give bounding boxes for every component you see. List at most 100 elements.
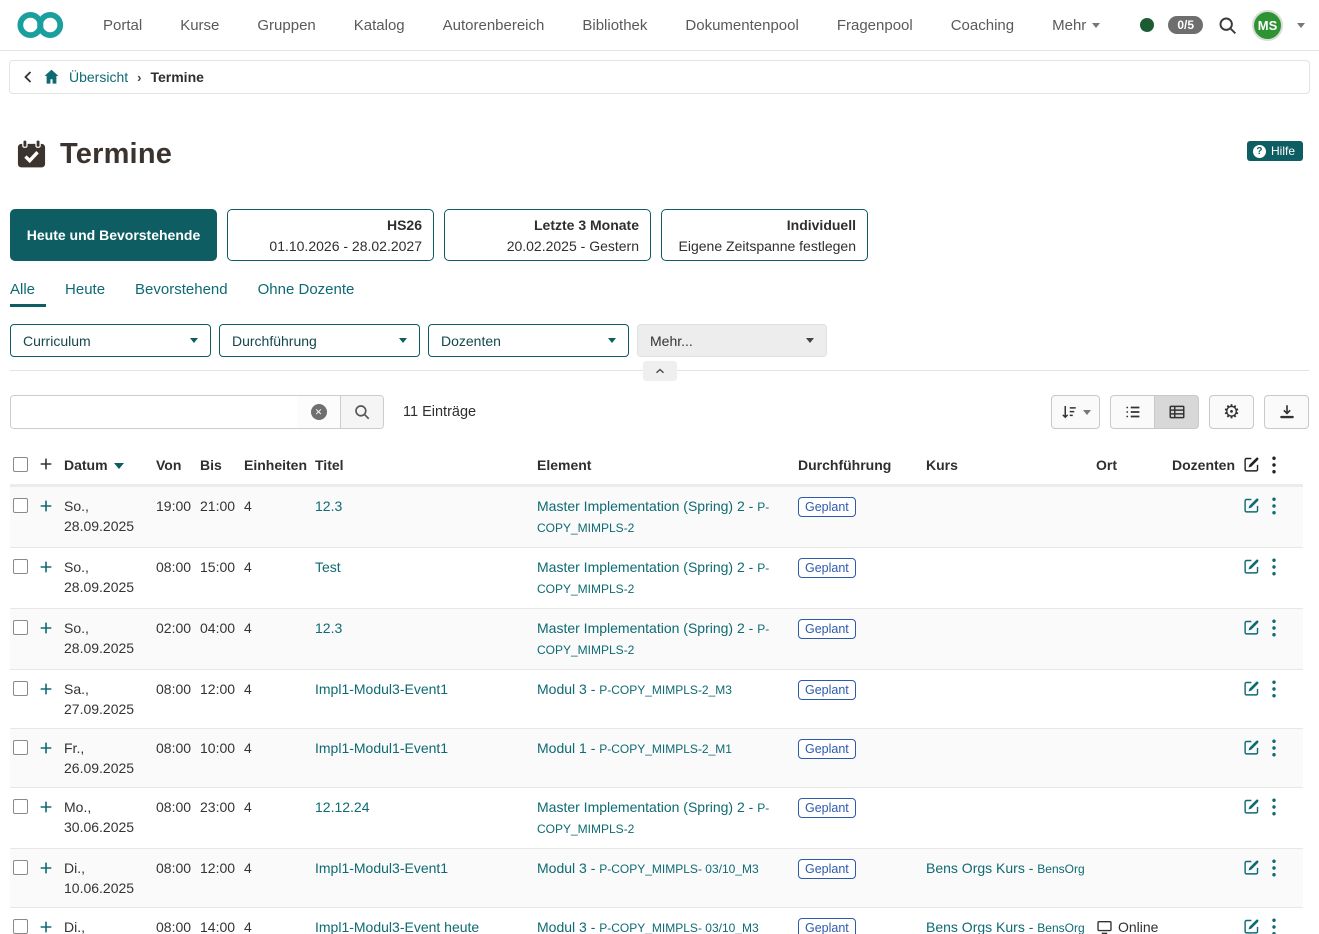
user-menu-chevron-icon[interactable] xyxy=(1297,23,1305,28)
add-appointment-icon[interactable] xyxy=(38,917,54,934)
column-header-dozenten[interactable]: Dozenten xyxy=(1172,450,1243,486)
event-title-link[interactable]: 12.12.24 xyxy=(315,799,370,815)
add-appointment-icon[interactable] xyxy=(38,797,54,815)
table-menu-icon[interactable] xyxy=(1271,456,1277,474)
search-input[interactable] xyxy=(11,396,297,428)
counter-badge[interactable]: 0/5 xyxy=(1168,16,1203,34)
event-title-link[interactable]: 12.3 xyxy=(315,620,342,636)
row-menu-icon[interactable] xyxy=(1271,738,1277,757)
add-appointment-icon[interactable] xyxy=(38,738,54,756)
event-title-link[interactable]: Impl1-Modul3-Event1 xyxy=(315,860,448,876)
add-appointment-icon[interactable] xyxy=(38,496,54,514)
row-menu-icon[interactable] xyxy=(1271,797,1277,816)
back-icon[interactable] xyxy=(22,70,34,84)
edit-all-icon[interactable] xyxy=(1243,456,1260,473)
edit-icon[interactable] xyxy=(1243,679,1260,697)
nav-item-bibliothek[interactable]: Bibliothek xyxy=(563,17,666,34)
filter-last-3-months-button[interactable]: Letzte 3 Monate 20.02.2025 - Gestern xyxy=(444,209,651,261)
element-link[interactable]: Modul 3 - P-COPY_MIMPLS- 03/10_M3 xyxy=(537,860,759,876)
edit-icon[interactable] xyxy=(1243,496,1260,514)
row-menu-icon[interactable] xyxy=(1271,679,1277,698)
element-link[interactable]: Master Implementation (Spring) 2 - P-COP… xyxy=(537,620,769,657)
row-checkbox[interactable] xyxy=(13,860,28,875)
clear-search-button[interactable]: ✕ xyxy=(297,396,340,428)
add-appointment-icon[interactable] xyxy=(38,858,54,876)
nav-item-kurse[interactable]: Kurse xyxy=(161,17,238,34)
nav-item-fragenpool[interactable]: Fragenpool xyxy=(818,17,932,34)
collapse-filters-button[interactable] xyxy=(643,361,677,381)
nav-item-coaching[interactable]: Coaching xyxy=(932,17,1033,34)
column-header-einheiten[interactable]: Einheiten xyxy=(244,450,315,486)
element-link[interactable]: Modul 3 - P-COPY_MIMPLS-2_M3 xyxy=(537,681,732,697)
nav-item-mehr[interactable]: Mehr xyxy=(1033,17,1119,34)
column-header-titel[interactable]: Titel xyxy=(315,450,537,486)
edit-icon[interactable] xyxy=(1243,917,1260,934)
tab-alle[interactable]: Alle xyxy=(10,281,35,307)
nav-item-portal[interactable]: Portal xyxy=(84,17,161,34)
course-link[interactable]: Bens Orgs Kurs - BensOrg xyxy=(926,860,1085,876)
add-appointment-icon[interactable] xyxy=(38,557,54,575)
avatar[interactable]: MS xyxy=(1252,10,1283,41)
search-icon[interactable] xyxy=(1217,15,1238,36)
nav-item-katalog[interactable]: Katalog xyxy=(335,17,424,34)
search-submit-button[interactable] xyxy=(340,396,383,428)
filter-individual-button[interactable]: Individuell Eigene Zeitspanne festlegen xyxy=(661,209,868,261)
course-link[interactable]: Bens Orgs Kurs - BensOrg xyxy=(926,919,1085,934)
element-link[interactable]: Modul 1 - P-COPY_MIMPLS-2_M1 xyxy=(537,740,732,756)
add-appointment-icon[interactable] xyxy=(38,679,54,697)
column-header-element[interactable]: Element xyxy=(537,450,798,486)
settings-button[interactable]: ⚙ xyxy=(1209,395,1254,429)
filter-today-upcoming-button[interactable]: Heute und Bevorstehende xyxy=(10,209,217,261)
element-link[interactable]: Modul 3 - P-COPY_MIMPLS- 03/10_M3 xyxy=(537,919,759,934)
row-checkbox[interactable] xyxy=(13,620,28,635)
dozenten-dropdown[interactable]: Dozenten xyxy=(428,324,629,357)
table-view-button[interactable] xyxy=(1154,395,1199,429)
column-header-ort[interactable]: Ort xyxy=(1096,450,1172,486)
column-header-datum[interactable]: Datum xyxy=(64,450,156,486)
edit-icon[interactable] xyxy=(1243,557,1260,575)
edit-icon[interactable] xyxy=(1243,618,1260,636)
row-menu-icon[interactable] xyxy=(1271,618,1277,637)
row-menu-icon[interactable] xyxy=(1271,858,1277,877)
tab-bevorstehend[interactable]: Bevorstehend xyxy=(135,281,228,307)
curriculum-dropdown[interactable]: Curriculum xyxy=(10,324,211,357)
element-link[interactable]: Master Implementation (Spring) 2 - P-COP… xyxy=(537,799,769,836)
column-header-kurs[interactable]: Kurs xyxy=(926,450,1096,486)
download-button[interactable] xyxy=(1264,395,1309,429)
edit-icon[interactable] xyxy=(1243,858,1260,876)
event-title-link[interactable]: Impl1-Modul3-Event1 xyxy=(315,681,448,697)
nav-item-gruppen[interactable]: Gruppen xyxy=(238,17,334,34)
element-link[interactable]: Master Implementation (Spring) 2 - P-COP… xyxy=(537,559,769,596)
event-title-link[interactable]: Impl1-Modul1-Event1 xyxy=(315,740,448,756)
element-link[interactable]: Master Implementation (Spring) 2 - P-COP… xyxy=(537,498,769,535)
mehr-filter-dropdown[interactable]: Mehr... xyxy=(637,324,827,357)
tab-ohne-dozente[interactable]: Ohne Dozente xyxy=(258,281,355,307)
row-checkbox[interactable] xyxy=(13,799,28,814)
select-all-checkbox[interactable] xyxy=(13,457,28,472)
event-title-link[interactable]: Impl1-Modul3-Event heute (OnlineMeeting) xyxy=(315,919,479,934)
sort-button[interactable] xyxy=(1051,395,1100,429)
breadcrumb-overview-link[interactable]: Übersicht xyxy=(69,69,128,85)
add-column-icon[interactable] xyxy=(38,454,54,472)
row-menu-icon[interactable] xyxy=(1271,917,1277,934)
filter-semester-button[interactable]: HS26 01.10.2026 - 28.02.2027 xyxy=(227,209,434,261)
event-title-link[interactable]: Test xyxy=(315,559,341,575)
app-logo-icon[interactable] xyxy=(16,10,66,40)
event-title-link[interactable]: 12.3 xyxy=(315,498,342,514)
row-checkbox[interactable] xyxy=(13,919,28,934)
row-checkbox[interactable] xyxy=(13,498,28,513)
durchfuehrung-dropdown[interactable]: Durchführung xyxy=(219,324,420,357)
row-menu-icon[interactable] xyxy=(1271,496,1277,515)
home-icon[interactable] xyxy=(43,69,60,85)
nav-item-autorenbereich[interactable]: Autorenbereich xyxy=(424,17,564,34)
tab-heute[interactable]: Heute xyxy=(65,281,105,307)
nav-item-dokumentenpool[interactable]: Dokumentenpool xyxy=(666,17,817,34)
row-menu-icon[interactable] xyxy=(1271,557,1277,576)
edit-icon[interactable] xyxy=(1243,738,1260,756)
help-button[interactable]: ? Hilfe xyxy=(1247,141,1303,161)
row-checkbox[interactable] xyxy=(13,740,28,755)
edit-icon[interactable] xyxy=(1243,797,1260,815)
list-view-button[interactable] xyxy=(1110,395,1155,429)
column-header-durchfuehrung[interactable]: Durchführung xyxy=(798,450,926,486)
column-header-bis[interactable]: Bis xyxy=(200,450,244,486)
